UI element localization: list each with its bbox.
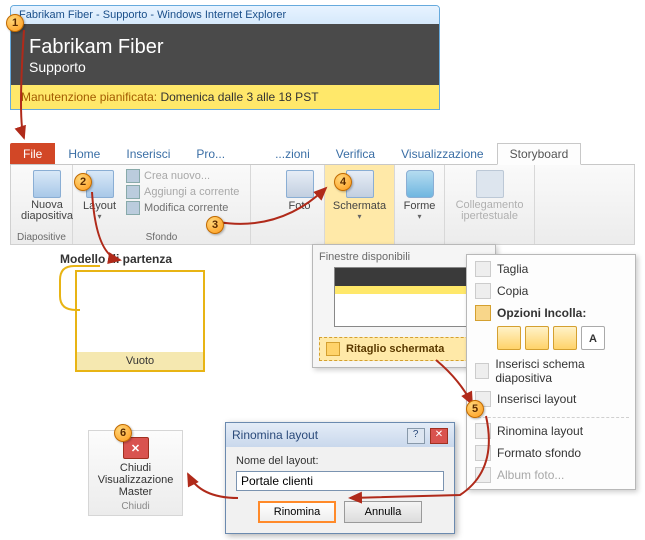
maintenance-value: Domenica dalle 3 alle 18 PST bbox=[160, 90, 318, 104]
menu-separator bbox=[473, 412, 629, 418]
close-master-view[interactable]: ✕ Chiudi Visualizzazione Master Chiudi bbox=[88, 430, 183, 516]
close-group-label: Chiudi bbox=[93, 501, 178, 512]
doc-icon bbox=[126, 169, 140, 183]
photo-icon bbox=[286, 170, 314, 198]
rename-layout-item[interactable]: Rinomina layout bbox=[469, 420, 633, 442]
rename-button[interactable]: Rinomina bbox=[258, 501, 336, 523]
group-collegamento: Collegamento ipertestuale bbox=[445, 165, 535, 244]
chevron-down-icon: ▾ bbox=[417, 212, 421, 221]
foto-label: Foto bbox=[288, 200, 310, 212]
callout-2: 2 bbox=[74, 173, 92, 191]
group-label-diapositive: Diapositive bbox=[17, 231, 66, 243]
tab-inserisci[interactable]: Inserisci bbox=[113, 143, 183, 164]
chevron-down-icon: ▾ bbox=[98, 212, 102, 221]
layout-name-input[interactable] bbox=[236, 471, 444, 491]
callout-5: 5 bbox=[466, 400, 484, 418]
format-bg-icon bbox=[475, 445, 491, 461]
maintenance-bar: Manutenzione pianificata: Domenica dalle… bbox=[11, 85, 439, 109]
add-icon bbox=[126, 185, 140, 199]
crea-nuovo-button[interactable]: Crea nuovo... bbox=[126, 168, 239, 184]
modifica-button[interactable]: Modifica corrente bbox=[126, 200, 239, 216]
tab-visualizzazione[interactable]: Visualizzazione bbox=[388, 143, 497, 164]
hyperlink-icon bbox=[476, 170, 504, 198]
rename-layout-dialog: Rinomina layout ? ✕ Nome del layout: Rin… bbox=[225, 422, 455, 534]
chevron-down-icon: ▾ bbox=[357, 212, 361, 221]
page-header: Fabrikam Fiber Supporto bbox=[11, 24, 439, 85]
close-button[interactable]: ✕ bbox=[430, 428, 448, 444]
forme-label: Forme bbox=[404, 200, 436, 212]
screen-clipping-button[interactable]: Ritaglio schermata bbox=[319, 337, 489, 361]
group-foto: Foto bbox=[275, 165, 325, 244]
ribbon: File Home Inserisci Pro... ...zioni Veri… bbox=[10, 143, 635, 245]
hyperlink-label: Collegamento ipertestuale bbox=[455, 200, 524, 222]
foto-button[interactable]: Foto bbox=[281, 168, 318, 214]
edit-icon bbox=[126, 201, 140, 215]
tab-pro[interactable]: Pro... bbox=[183, 143, 238, 164]
tab-verifica[interactable]: Verifica bbox=[323, 143, 388, 164]
tab-zioni[interactable]: ...zioni bbox=[262, 143, 323, 164]
window-thumbnail[interactable] bbox=[334, 267, 474, 327]
browser-window: Fabrikam Fiber - Supporto - Windows Inte… bbox=[10, 5, 440, 110]
aggiungi-button[interactable]: Aggiungi a corrente bbox=[126, 184, 239, 200]
callout-6: 6 bbox=[114, 424, 132, 442]
clipboard-icon bbox=[475, 305, 491, 321]
clipping-icon bbox=[326, 342, 340, 356]
forme-button[interactable]: Forme ▾ bbox=[401, 168, 438, 223]
context-menu: Taglia Copia Opzioni Incolla: A Inserisc… bbox=[466, 254, 636, 490]
tab-file[interactable]: File bbox=[10, 143, 55, 164]
shapes-icon bbox=[406, 170, 434, 198]
paste-option-3[interactable] bbox=[553, 326, 577, 350]
page-heading: Fabrikam Fiber bbox=[29, 36, 421, 59]
new-slide-button[interactable]: Nuova diapositiva bbox=[17, 168, 77, 224]
group-diapositive: Nuova diapositiva Diapositive bbox=[11, 165, 73, 244]
photo-album-item[interactable]: Album foto... bbox=[469, 464, 633, 486]
hyperlink-button[interactable]: Collegamento ipertestuale bbox=[451, 168, 528, 224]
cut-item[interactable]: Taglia bbox=[469, 258, 633, 280]
tab-storyboard[interactable]: Storyboard bbox=[497, 143, 582, 165]
ribbon-body: Nuova diapositiva Diapositive Layout ▾ C… bbox=[10, 165, 635, 245]
album-icon bbox=[475, 467, 491, 483]
group-sfondo: Layout ▾ Crea nuovo... Aggiungi a corren… bbox=[73, 165, 251, 244]
layout-label: Layout bbox=[83, 200, 116, 212]
new-slide-label: Nuova diapositiva bbox=[21, 200, 73, 222]
tab-home[interactable]: Home bbox=[55, 143, 113, 164]
close-master-label: Chiudi Visualizzazione Master bbox=[93, 462, 178, 498]
starter-model-heading: Modello di partenza bbox=[60, 252, 172, 266]
paste-options-label: Opzioni Incolla: bbox=[469, 302, 633, 324]
help-button[interactable]: ? bbox=[407, 428, 425, 444]
cancel-button[interactable]: Annulla bbox=[344, 501, 422, 523]
blank-template[interactable]: Vuoto bbox=[75, 270, 205, 372]
format-background-item[interactable]: Formato sfondo bbox=[469, 442, 633, 464]
available-windows-label: Finestre disponibili bbox=[319, 251, 489, 263]
paste-options-row: A bbox=[469, 324, 633, 354]
group-forme: Forme ▾ bbox=[395, 165, 445, 244]
browser-titlebar: Fabrikam Fiber - Supporto - Windows Inte… bbox=[11, 6, 439, 24]
insert-layout-item[interactable]: Inserisci layout bbox=[469, 388, 633, 410]
callout-1: 1 bbox=[6, 14, 24, 32]
callout-3: 3 bbox=[206, 216, 224, 234]
new-slide-icon bbox=[33, 170, 61, 198]
paste-option-text[interactable]: A bbox=[581, 326, 605, 350]
paste-option-1[interactable] bbox=[497, 326, 521, 350]
copy-icon bbox=[475, 283, 491, 299]
schermata-label: Schermata bbox=[333, 200, 386, 212]
maintenance-label: Manutenzione pianificata: bbox=[21, 90, 157, 104]
dialog-title: Rinomina layout bbox=[232, 428, 318, 442]
blank-template-body bbox=[77, 272, 203, 352]
insert-master-item[interactable]: Inserisci schema diapositiva bbox=[469, 354, 633, 388]
dialog-titlebar: Rinomina layout ? ✕ bbox=[226, 423, 454, 447]
field-label: Nome del layout: bbox=[236, 455, 444, 467]
copy-item[interactable]: Copia bbox=[469, 280, 633, 302]
callout-4: 4 bbox=[334, 173, 352, 191]
screen-clipping-label: Ritaglio schermata bbox=[346, 343, 444, 355]
blank-template-label: Vuoto bbox=[77, 352, 203, 370]
rename-icon bbox=[475, 423, 491, 439]
page-subheading: Supporto bbox=[29, 59, 421, 75]
slide-master-icon bbox=[475, 363, 489, 379]
paste-option-2[interactable] bbox=[525, 326, 549, 350]
scissors-icon bbox=[475, 261, 491, 277]
ribbon-tabs: File Home Inserisci Pro... ...zioni Veri… bbox=[10, 143, 635, 165]
